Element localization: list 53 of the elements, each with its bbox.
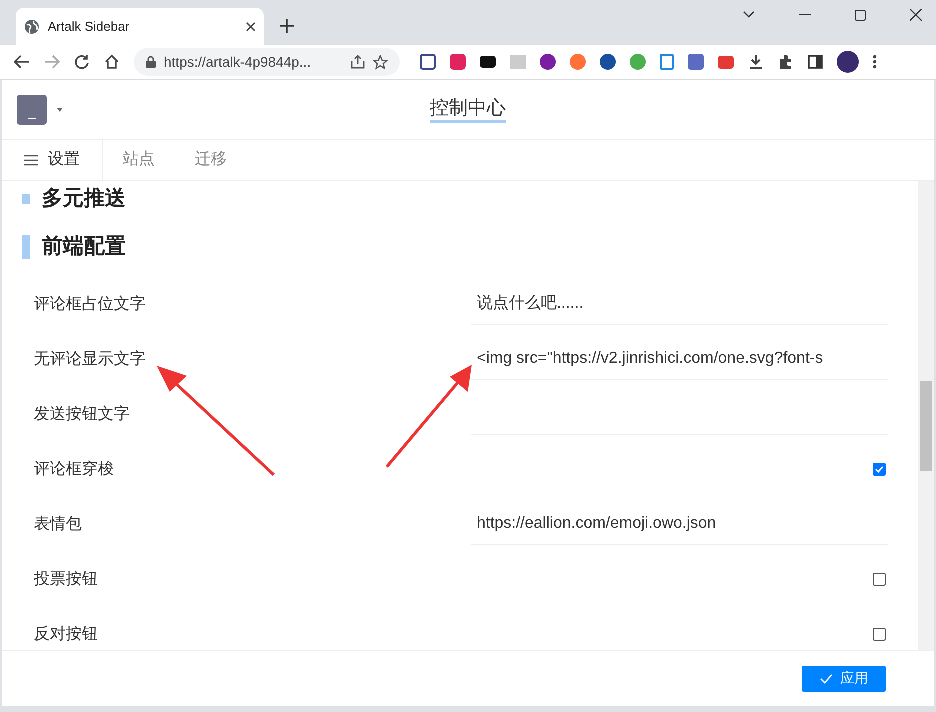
minimize-icon[interactable]: [799, 14, 811, 16]
sidebar-icon[interactable]: [808, 55, 823, 69]
heading-marker: [22, 194, 30, 204]
scrollbar[interactable]: [918, 181, 934, 650]
checkbox[interactable]: [873, 573, 886, 586]
close-icon[interactable]: [246, 22, 256, 32]
setting-label: 发送按钮文字: [34, 404, 131, 424]
setting-label: 评论框穿梭: [34, 460, 115, 480]
section-heading: 前端配置: [42, 234, 126, 260]
extension-icon[interactable]: [600, 54, 616, 70]
setting-label: 表情包: [34, 514, 83, 534]
extension-icon[interactable]: [540, 54, 556, 70]
section-heading: 多元推送: [42, 186, 126, 212]
extension-icon[interactable]: [420, 54, 436, 70]
tab-title: Artalk Sidebar: [48, 18, 131, 36]
url-text: https://artalk-4p9844p...: [164, 52, 312, 72]
heading-marker: [22, 235, 30, 259]
home-icon[interactable]: [104, 54, 120, 70]
input-field[interactable]: https://eallion.com/emoji.owo.json: [470, 504, 888, 544]
setting-label: 评论框占位文字: [34, 294, 147, 314]
caret-icon[interactable]: [57, 108, 63, 112]
back-arrow-icon[interactable]: [14, 55, 30, 69]
nav-tab[interactable]: 迁移: [175, 140, 247, 180]
checkbox[interactable]: [873, 628, 886, 641]
apply-button[interactable]: 应用: [802, 666, 886, 692]
reload-icon[interactable]: [74, 54, 90, 70]
nav-tab[interactable]: 站点: [103, 140, 175, 180]
menu-icon: [24, 154, 38, 166]
close-icon[interactable]: [910, 9, 922, 21]
download-icon[interactable]: [748, 54, 764, 70]
nav-tab[interactable]: 设置: [2, 140, 103, 180]
setting-label: 无评论显示文字: [34, 350, 147, 370]
header-title: 控制中心: [430, 98, 506, 123]
star-icon[interactable]: [373, 54, 388, 70]
setting-label: 反对按钮: [34, 624, 99, 644]
input-field[interactable]: 说点什么吧......: [470, 284, 888, 324]
address-bar[interactable]: https://artalk-4p9844p...: [134, 48, 400, 76]
browser-tab[interactable]: Artalk Sidebar: [16, 8, 264, 45]
share-icon[interactable]: [351, 55, 365, 69]
profile-avatar[interactable]: [837, 51, 859, 73]
new-tab-icon[interactable]: [280, 19, 294, 33]
puzzle-icon[interactable]: [778, 54, 794, 70]
globe-icon: [24, 18, 40, 34]
maximize-icon[interactable]: [855, 10, 866, 20]
extension-icon[interactable]: [480, 56, 496, 68]
avatar-button[interactable]: [17, 94, 47, 124]
setting-label: 投票按钮: [34, 570, 99, 590]
menu-icon[interactable]: [873, 55, 877, 69]
checkbox[interactable]: [873, 463, 886, 476]
chevron-down-icon[interactable]: [743, 11, 755, 19]
input-field[interactable]: <img src="https://v2.jinrishici.com/one.svg?font-s: [470, 340, 888, 380]
lock-icon: [146, 56, 156, 68]
check-icon: [820, 674, 832, 684]
